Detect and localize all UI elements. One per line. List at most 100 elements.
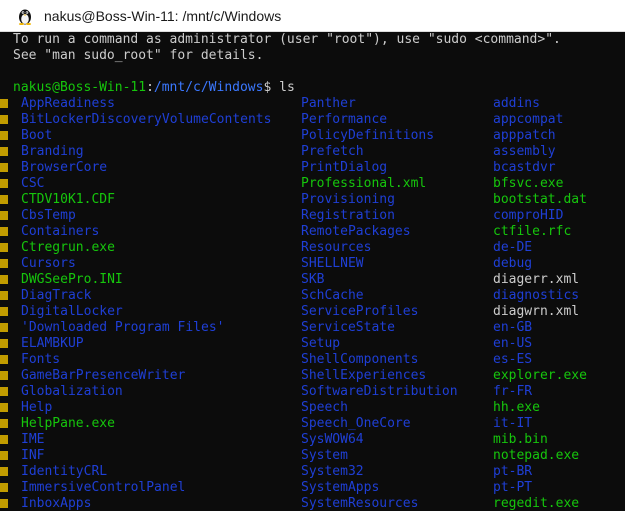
ls-entry-dir: ShellComponents xyxy=(301,352,419,367)
ls-entry-dir: Fonts xyxy=(21,352,61,367)
ls-row: CSC Professional.xml bfsvc.exe xyxy=(0,176,625,192)
ls-entry-dir: CbsTemp xyxy=(21,208,76,223)
ls-entry-dir: es-ES xyxy=(493,352,533,367)
row-marker xyxy=(0,275,8,284)
ls-entry-dir: Prefetch xyxy=(301,144,364,159)
ls-entry-dir: de-DE xyxy=(493,240,533,255)
ls-entry-dir: ELAMBKUP xyxy=(21,336,84,351)
ls-row: BitLockerDiscoveryVolumeContents Performa… xyxy=(0,112,625,128)
ls-entry-dir: appcompat xyxy=(493,112,564,127)
ls-entry-exe: hh.exe xyxy=(493,400,540,415)
ls-entry-dir: INF xyxy=(21,448,45,463)
ls-entry-dir: PolicyDefinitions xyxy=(301,128,435,143)
row-marker xyxy=(0,435,8,444)
ls-entry-dir: System32 xyxy=(301,464,364,479)
row-marker xyxy=(0,179,8,188)
ls-row: ImmersiveControlPanel SystemApps pt-PT xyxy=(0,480,625,496)
ls-entry-exe: bootstat.dat xyxy=(493,192,587,207)
ls-row: Ctregrun.exe Resources de-DE xyxy=(0,240,625,256)
ls-entry-dir: RemotePackages xyxy=(301,224,411,239)
ls-entry-dir: SystemApps xyxy=(301,480,380,495)
ls-entry-dir: ShellExperiences xyxy=(301,368,427,383)
prompt-path: /mnt/c/Windows xyxy=(153,80,264,95)
ls-entry-dir: AppReadiness xyxy=(21,96,115,111)
ls-entry-dir: assembly xyxy=(493,144,556,159)
row-marker xyxy=(0,467,8,476)
ls-row: Containers RemotePackages ctfile.rfc xyxy=(0,224,625,240)
ls-entry-dir: ImmersiveControlPanel xyxy=(21,480,186,495)
row-marker xyxy=(0,227,8,236)
ls-row: Help Speech hh.exe xyxy=(0,400,625,416)
ls-entry-dir: pt-BR xyxy=(493,464,533,479)
row-marker xyxy=(0,307,8,316)
ls-row: BrowserCore PrintDialog bcastdvr xyxy=(0,160,625,176)
ls-entry-dir: diagnostics xyxy=(493,288,580,303)
row-marker xyxy=(0,195,8,204)
row-marker xyxy=(0,499,8,508)
row-marker xyxy=(0,371,8,380)
tux-icon xyxy=(18,9,32,25)
ls-entry-exe: Professional.xml xyxy=(301,176,427,191)
row-marker xyxy=(0,339,8,348)
ls-entry-exe: CTDV10K1.CDF xyxy=(21,192,115,207)
ls-entry-exe: mib.bin xyxy=(493,432,548,447)
ls-row: DigitalLocker ServiceProfiles diagwrn.xml xyxy=(0,304,625,320)
ls-entry-dir: Setup xyxy=(301,336,341,351)
motd-line: See "man sudo_root" for details. xyxy=(13,48,264,63)
prompt-command: ls xyxy=(271,80,295,95)
ls-entry-dir: GameBarPresenceWriter xyxy=(21,368,186,383)
ls-entry-dir: SystemResources xyxy=(301,496,419,511)
ls-entry-dir: Boot xyxy=(21,128,53,143)
ls-entry-dir: PrintDialog xyxy=(301,160,388,175)
ls-entry-exe: ctfile.rfc xyxy=(493,224,572,239)
row-marker xyxy=(0,115,8,124)
ls-entry-dir: Registration xyxy=(301,208,395,223)
window-title: nakus@Boss-Win-11: /mnt/c/Windows xyxy=(44,8,282,24)
ls-entry-dir: InboxApps xyxy=(21,496,92,511)
ls-entry-dir: bcastdvr xyxy=(493,160,556,175)
ls-entry-dir: SchCache xyxy=(301,288,364,303)
ls-entry-dir: pt-PT xyxy=(493,480,533,495)
ls-entry-dir: BitLockerDiscoveryVolumeContents xyxy=(21,112,272,127)
ls-entry-dir: Panther xyxy=(301,96,356,111)
row-marker xyxy=(0,323,8,332)
ls-entry-dir: SoftwareDistribution xyxy=(301,384,458,399)
ls-row: CTDV10K1.CDF Provisioning bootstat.dat xyxy=(0,192,625,208)
ls-row: Fonts ShellComponents es-ES xyxy=(0,352,625,368)
ls-entry-dir: apppatch xyxy=(493,128,556,143)
ls-entry-exe: HelpPane.exe xyxy=(21,416,115,431)
ls-row: InboxApps SystemResources regedit.exe xyxy=(0,496,625,511)
ls-row: HelpPane.exe Speech_OneCore it-IT xyxy=(0,416,625,432)
ls-row: Globalization SoftwareDistribution fr-FR xyxy=(0,384,625,400)
row-marker xyxy=(0,291,8,300)
prompt-user-host: nakus@Boss-Win-11 xyxy=(13,80,147,95)
ls-entry-exe: Ctregrun.exe xyxy=(21,240,115,255)
row-marker xyxy=(0,131,8,140)
ls-row: CbsTemp Registration comproHID xyxy=(0,208,625,224)
ls-entry-dir: en-GB xyxy=(493,320,533,335)
prompt-separator: : xyxy=(146,80,154,95)
ls-row: IME SysWOW64 mib.bin xyxy=(0,432,625,448)
ls-entry-dir: SKB xyxy=(301,272,325,287)
row-marker xyxy=(0,147,8,156)
ls-entry-dir: ServiceProfiles xyxy=(301,304,419,319)
ls-entry-dir: Help xyxy=(21,400,53,415)
row-marker xyxy=(0,243,8,252)
terminal-output[interactable]: To run a command as administrator (user … xyxy=(0,32,625,511)
row-marker xyxy=(0,451,8,460)
title-bar[interactable]: nakus@Boss-Win-11: /mnt/c/Windows xyxy=(0,0,625,32)
ls-entry-dir: IME xyxy=(21,432,45,447)
ls-row: ELAMBKUP Setup en-US xyxy=(0,336,625,352)
ls-entry-dir: SysWOW64 xyxy=(301,432,364,447)
ls-entry-dir: debug xyxy=(493,256,533,271)
ls-entry-dir: Globalization xyxy=(21,384,123,399)
ls-row: 'Downloaded Program Files' ServiceState en… xyxy=(0,320,625,336)
ls-row: IdentityCRL System32 pt-BR xyxy=(0,464,625,480)
row-marker xyxy=(0,419,8,428)
ls-entry-file: diagerr.xml xyxy=(493,272,580,287)
row-marker xyxy=(0,483,8,492)
ls-entry-exe: regedit.exe xyxy=(493,496,580,511)
row-marker xyxy=(0,99,8,108)
row-marker xyxy=(0,211,8,220)
ls-entry-dir: Speech_OneCore xyxy=(301,416,411,431)
